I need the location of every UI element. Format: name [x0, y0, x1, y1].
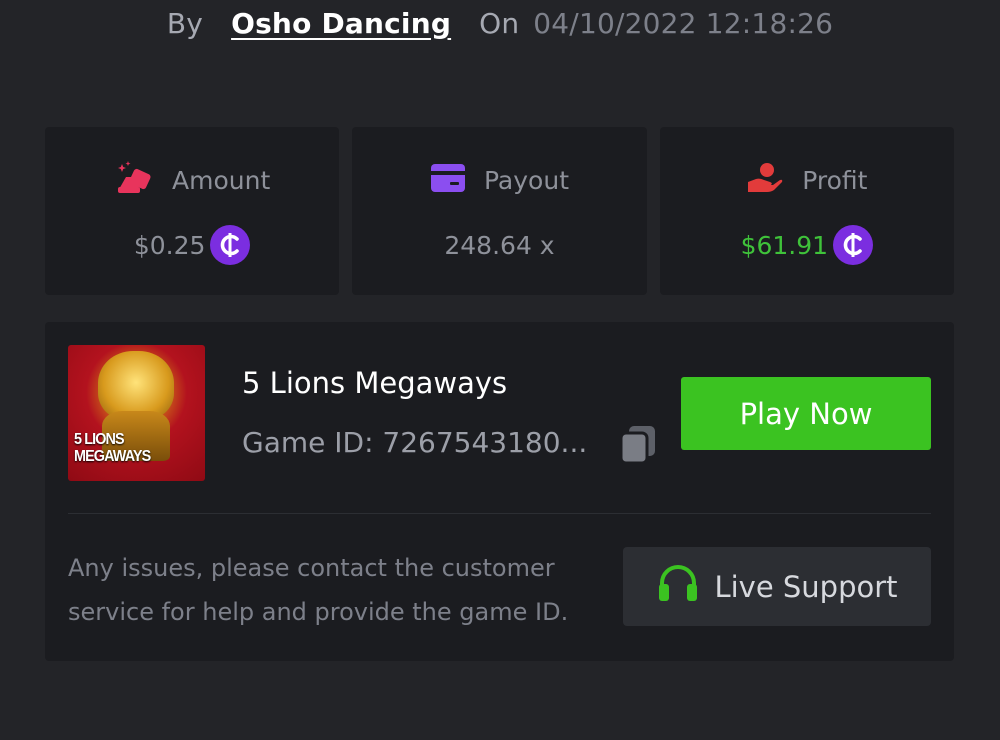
on-label: On	[479, 6, 520, 40]
card-icon	[430, 163, 466, 197]
stat-profit: Profit $61.91	[659, 127, 954, 295]
bet-stats: Amount $0.25 Payout 248.64 x Profit $61.…	[45, 127, 954, 295]
bet-byline: By Osho Dancing On 04/10/2022 12:18:26	[0, 0, 1000, 46]
stat-amount-value: $0.25	[133, 230, 206, 260]
game-thumbnail[interactable]: 5 LIONS MEGAWAYS	[68, 345, 205, 481]
copy-icon[interactable]	[619, 424, 657, 465]
stat-payout-value: 248.64 x	[444, 230, 555, 260]
game-card: 5 LIONS MEGAWAYS 5 Lions Megaways Game I…	[45, 322, 954, 661]
headset-icon	[656, 563, 700, 610]
coin-icon	[210, 225, 251, 265]
support-help-text: Any issues, please contact the customer …	[68, 554, 569, 626]
stat-profit-label: Profit	[802, 165, 868, 195]
username-link[interactable]: Osho Dancing	[231, 7, 451, 40]
coin-icon	[833, 225, 874, 265]
stat-payout-label: Payout	[483, 165, 569, 195]
live-support-button[interactable]: Live Support	[623, 547, 931, 626]
stat-payout: Payout 248.64 x	[352, 127, 647, 295]
thumbnail-logo: 5 LIONS MEGAWAYS	[74, 431, 151, 465]
play-now-button[interactable]: Play Now	[681, 377, 931, 450]
bet-amount-icon	[114, 161, 154, 199]
divider	[68, 513, 931, 514]
stat-amount-label: Amount	[172, 165, 271, 195]
hand-coin-icon	[746, 162, 784, 198]
game-id: Game ID: 7267543180...	[242, 426, 588, 459]
stat-amount: Amount $0.25	[45, 127, 340, 295]
stat-profit-value: $61.91	[740, 230, 829, 260]
by-label: By	[166, 6, 204, 40]
game-title: 5 Lions Megaways	[242, 366, 508, 400]
timestamp: 04/10/2022 12:18:26	[533, 6, 834, 40]
live-support-label: Live Support	[714, 569, 898, 604]
